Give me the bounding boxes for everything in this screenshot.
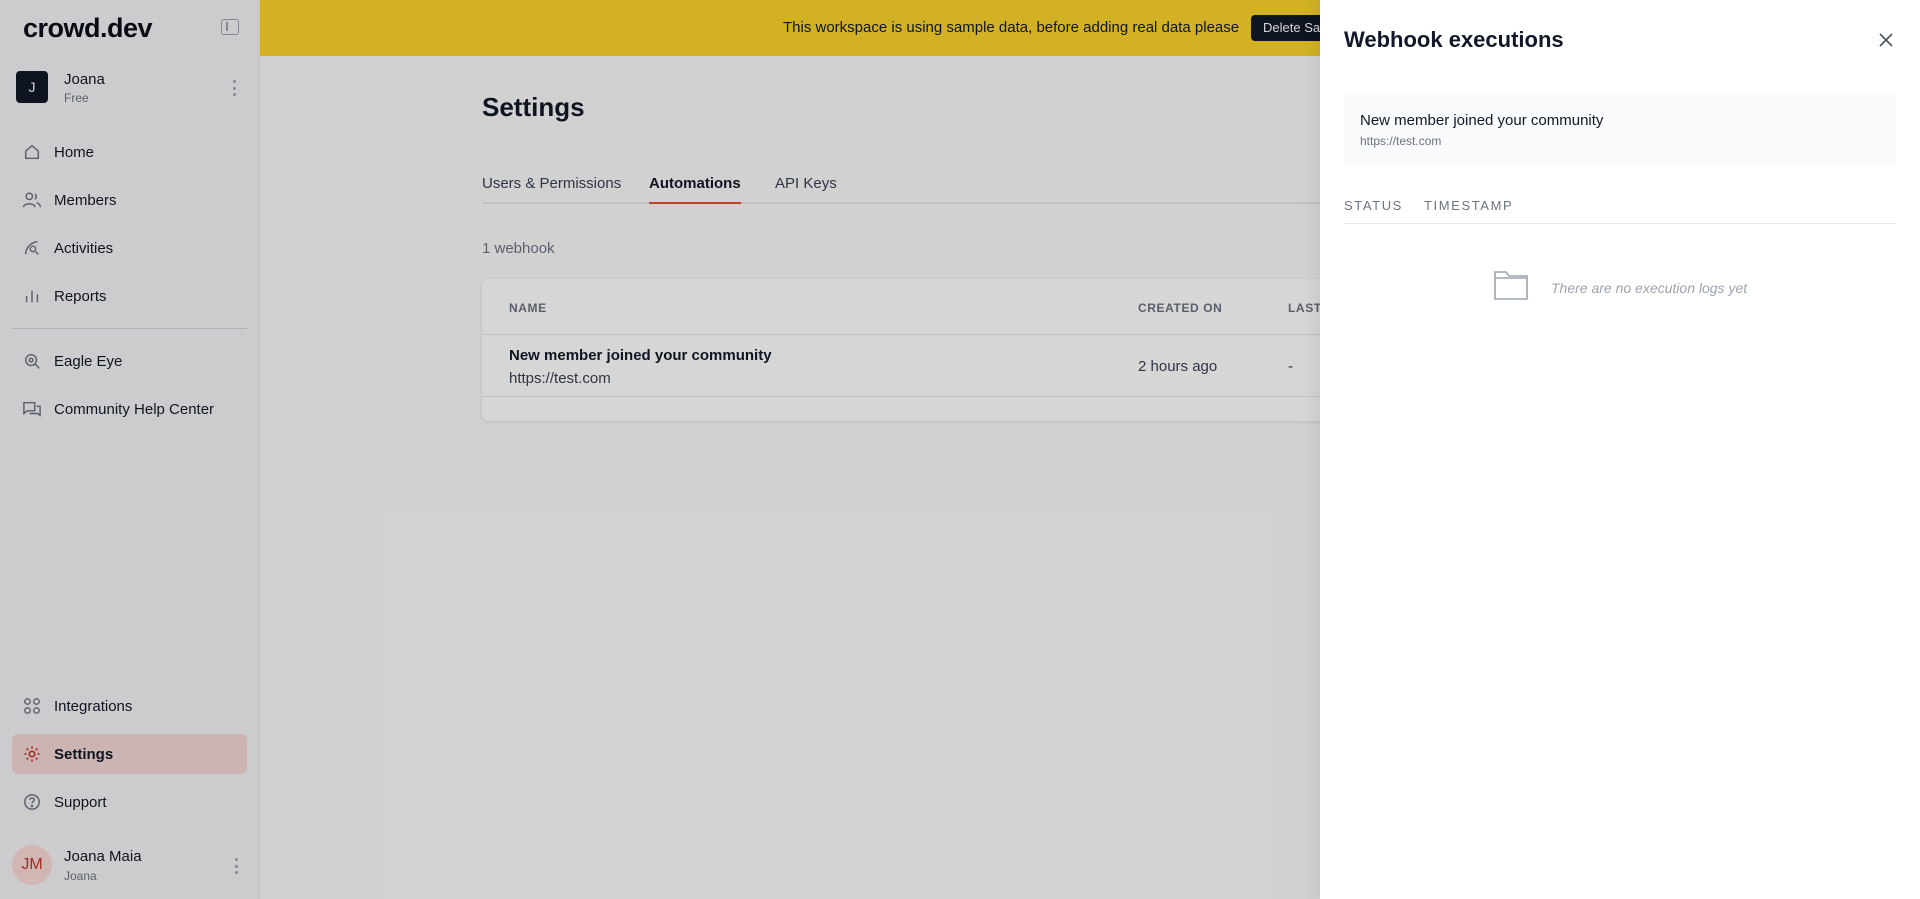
- webhook-summary-card: New member joined your community https:/…: [1344, 94, 1896, 165]
- webhook-executions-drawer: Webhook executions New member joined you…: [1320, 0, 1920, 899]
- empty-state: There are no execution logs yet: [1493, 269, 1747, 306]
- column-header-timestamp: TIMESTAMP: [1424, 198, 1514, 213]
- empty-state-text: There are no execution logs yet: [1551, 279, 1748, 296]
- executions-table-header: STATUS TIMESTAMP: [1344, 196, 1896, 224]
- column-header-status: STATUS: [1344, 198, 1403, 213]
- webhook-summary-url: https://test.com: [1360, 134, 1442, 148]
- modal-backdrop[interactable]: [0, 0, 1320, 899]
- close-icon[interactable]: [1876, 30, 1896, 50]
- folder-icon: [1493, 269, 1529, 306]
- drawer-title: Webhook executions: [1344, 27, 1564, 52]
- webhook-summary-name: New member joined your community: [1360, 112, 1604, 129]
